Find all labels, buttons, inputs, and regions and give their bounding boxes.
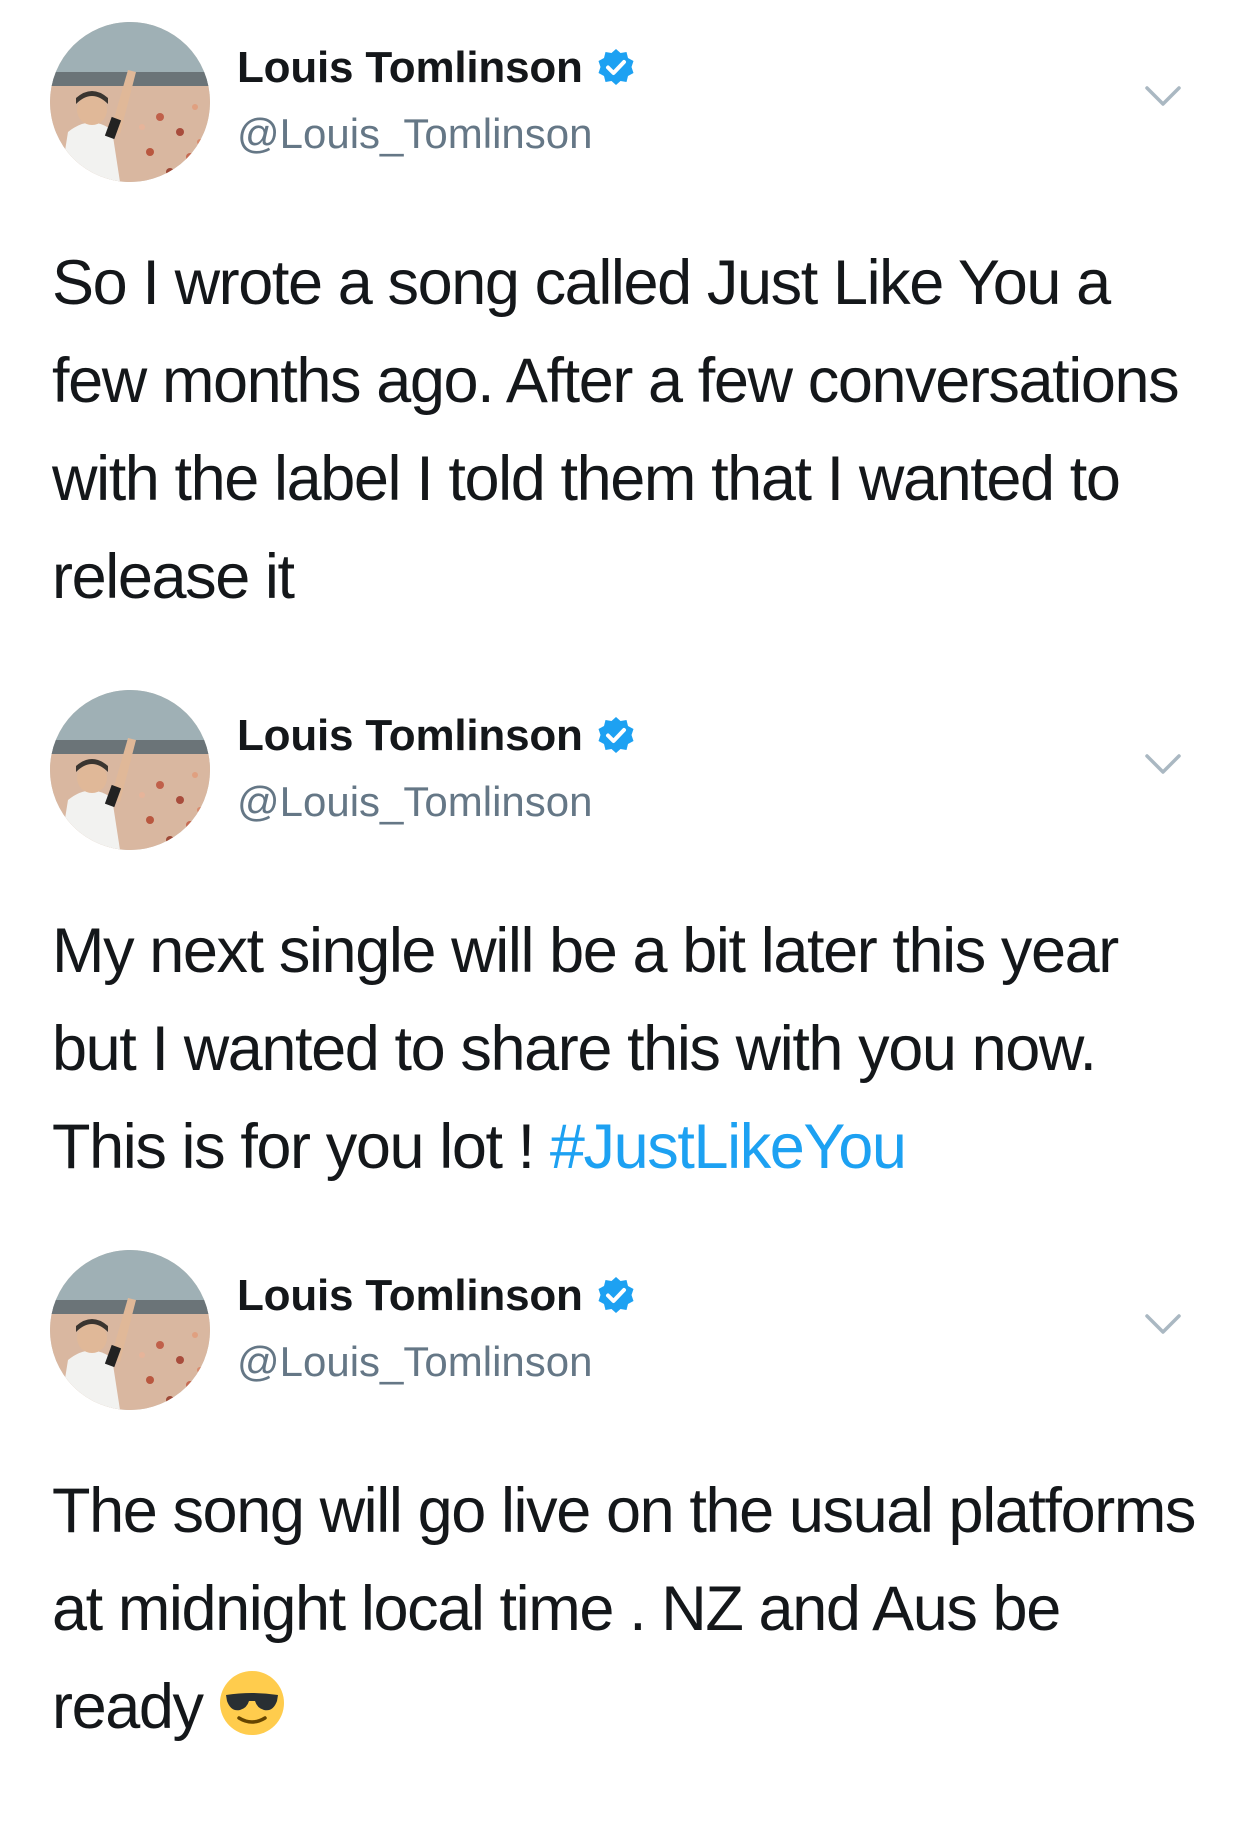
author-name[interactable]: Louis Tomlinson [237,711,583,761]
tweet-text: The song will go live on the usual platf… [52,1462,1202,1756]
verified-badge-icon [595,1275,637,1317]
avatar[interactable] [50,690,210,850]
author-handle[interactable]: @Louis_Tomlinson [237,778,592,826]
smiling-face-with-sunglasses-icon [217,1668,287,1738]
author-name[interactable]: Louis Tomlinson [237,1271,583,1321]
tweet-header: Louis Tomlinson @Louis_Tomlinson [0,690,1242,860]
verified-badge-icon [595,715,637,757]
author-name[interactable]: Louis Tomlinson [237,43,583,93]
chevron-down-icon[interactable] [1143,750,1183,780]
author-name-row[interactable]: Louis Tomlinson [237,708,637,764]
author-handle[interactable]: @Louis_Tomlinson [237,110,592,158]
tweet-header: Louis Tomlinson @Louis_Tomlinson [0,1250,1242,1420]
tweet-text-content: So I wrote a song called Just Like You a… [52,248,1180,612]
avatar[interactable] [50,22,210,182]
author-name-row[interactable]: Louis Tomlinson [237,40,637,96]
tweet-text: So I wrote a song called Just Like You a… [52,234,1202,626]
hashtag-link[interactable]: #JustLikeYou [550,1112,907,1182]
chevron-down-icon[interactable] [1143,82,1183,112]
chevron-down-icon[interactable] [1143,1310,1183,1340]
tweet-header: Louis Tomlinson @Louis_Tomlinson [0,22,1242,192]
tweet-text: My next single will be a bit later this … [52,902,1202,1196]
verified-badge-icon [595,47,637,89]
avatar[interactable] [50,1250,210,1410]
author-name-row[interactable]: Louis Tomlinson [237,1268,637,1324]
author-handle[interactable]: @Louis_Tomlinson [237,1338,592,1386]
